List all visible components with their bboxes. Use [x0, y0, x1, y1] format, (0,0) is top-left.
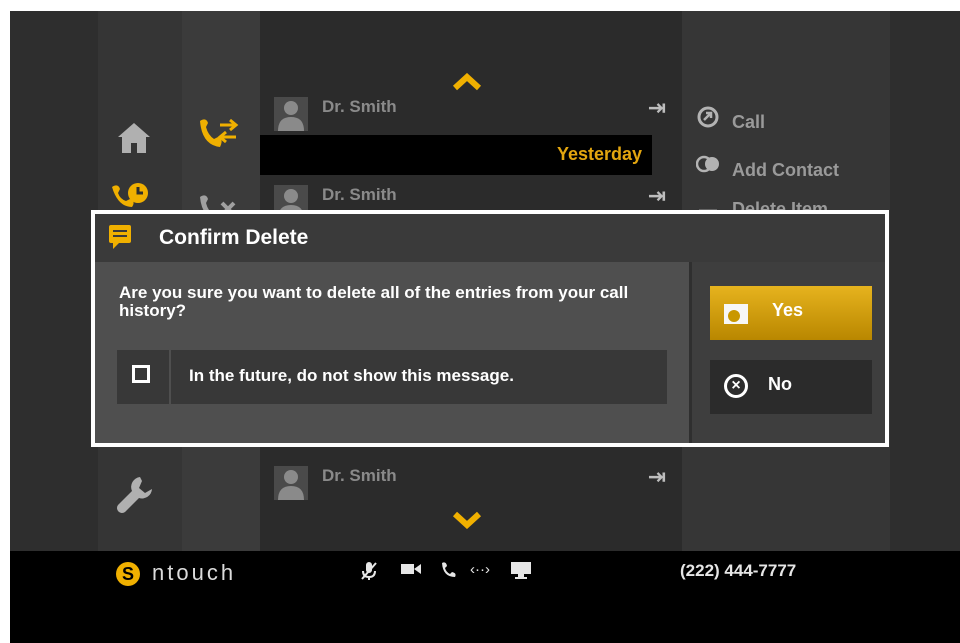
ntouch-logo-icon: S: [116, 562, 140, 586]
connection-icon[interactable]: ‹··›: [470, 561, 490, 578]
dialog-header: Confirm Delete: [95, 214, 885, 262]
brand-name: ntouch: [152, 560, 237, 585]
no-label: No: [768, 374, 792, 394]
app-screen: Dr. Smith ⇥ Yesterday Dr. Smith ⇥ Dr. Sm…: [10, 11, 960, 643]
add-contact-label: Add Contact: [732, 160, 839, 180]
contact-name: Dr. Smith: [322, 185, 397, 204]
yes-button[interactable]: Yes: [710, 286, 872, 340]
list-item[interactable]: Dr. Smith ⇥: [260, 464, 666, 510]
contact-name: Dr. Smith: [322, 97, 397, 116]
date-section-header: Yesterday: [260, 135, 652, 175]
outgoing-call-icon: ⇥: [647, 183, 666, 208]
yes-label: Yes: [772, 300, 804, 320]
checkbox-cell[interactable]: [117, 350, 171, 404]
dont-show-again-option[interactable]: In the future, do not show this message.: [117, 350, 667, 404]
scroll-down-chevron-icon[interactable]: [452, 511, 482, 530]
contact-name: Dr. Smith: [322, 466, 397, 485]
add-contact-icon: [695, 154, 720, 181]
call-icon: [696, 106, 720, 133]
phone-number: (222) 444-7777: [680, 561, 797, 580]
contact-avatar-icon: [274, 97, 308, 131]
monitor-icon[interactable]: [510, 561, 532, 584]
confirm-delete-dialog: Confirm Delete Are you sure you want to …: [91, 210, 889, 447]
no-button[interactable]: × No: [710, 360, 872, 414]
dialog-message: Are you sure you want to delete all of t…: [119, 283, 629, 320]
recent-calls-icon[interactable]: [110, 181, 150, 211]
outgoing-call-icon: ⇥: [647, 95, 666, 120]
status-taskbar: S ntouch ‹··› (222) 444-7777: [10, 551, 960, 643]
message-bubble-icon: [109, 225, 131, 249]
home-icon[interactable]: [114, 117, 154, 157]
dont-show-again-label[interactable]: In the future, do not show this message.: [189, 366, 514, 386]
cancel-x-icon: ×: [724, 374, 748, 398]
call-action[interactable]: Call: [696, 106, 765, 133]
dialog-buttons: Yes × No: [689, 262, 885, 443]
dont-show-again-checkbox[interactable]: [132, 365, 150, 383]
phone-icon[interactable]: [440, 561, 456, 584]
contact-avatar-icon: [274, 466, 308, 500]
dialog-body: Are you sure you want to delete all of t…: [95, 262, 689, 443]
outgoing-call-icon: ⇥: [647, 464, 666, 489]
settings-wrench-icon[interactable]: [114, 473, 154, 517]
call-label: Call: [732, 112, 766, 132]
confirm-trash-icon: [724, 304, 748, 324]
add-contact-action[interactable]: Add Contact: [695, 154, 839, 181]
all-calls-icon[interactable]: [196, 115, 240, 151]
date-label: Yesterday: [556, 144, 642, 164]
scroll-up-chevron-icon[interactable]: [452, 72, 482, 91]
video-camera-icon[interactable]: [400, 561, 422, 582]
dialog-title: Confirm Delete: [159, 226, 309, 249]
mic-muted-icon[interactable]: [360, 561, 378, 586]
